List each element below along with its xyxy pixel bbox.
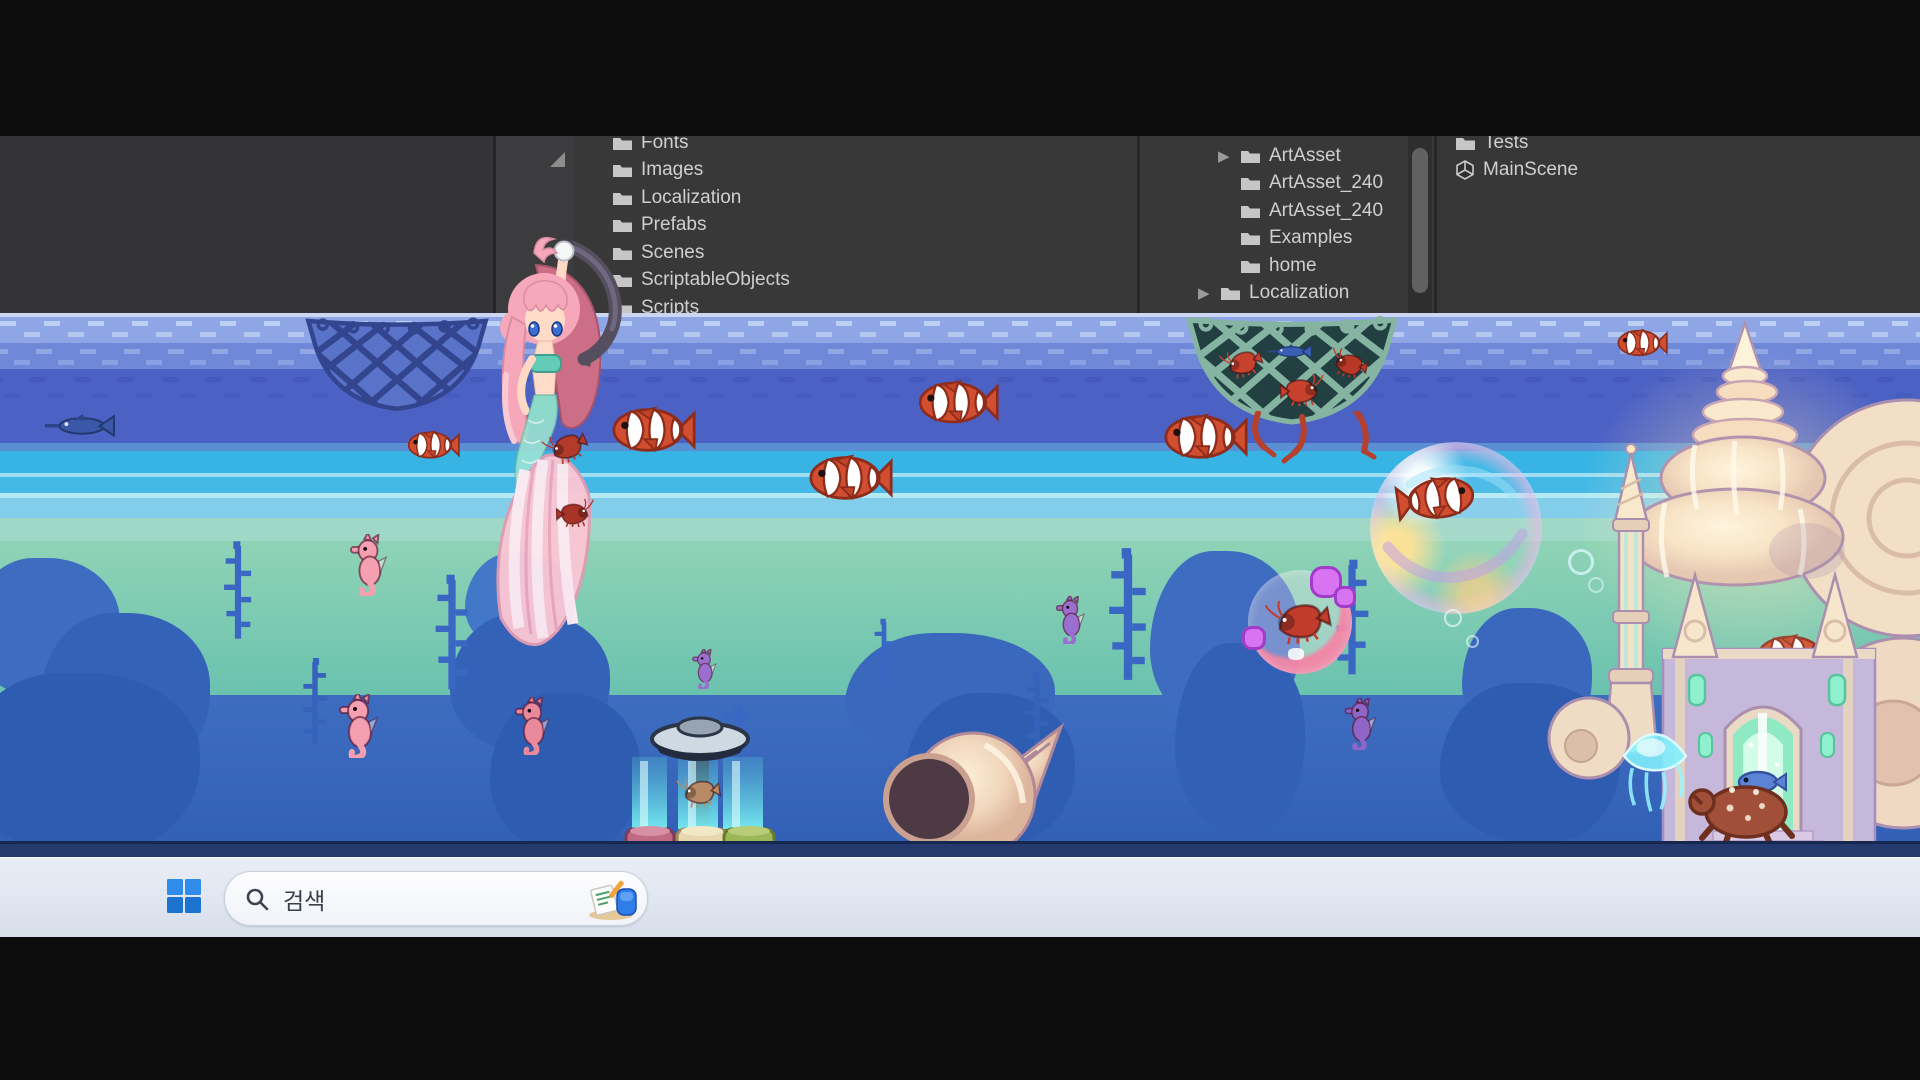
net-basket-left (303, 313, 491, 415)
folder-icon (612, 161, 633, 178)
unity-scene-icon (1455, 160, 1475, 180)
shrimp (1264, 590, 1334, 649)
tree-item-artasset-240-a[interactable]: ArtAsset_240 (1240, 169, 1383, 196)
clownfish-small (400, 426, 460, 464)
folder-icon (1220, 284, 1241, 301)
small-bubble (1466, 635, 1479, 648)
tree-item-fonts[interactable]: Fonts (612, 136, 689, 156)
assets-tree-panel: ▶ ArtAsset ArtAsset_240 ArtAsset_240 Exa… (1140, 136, 1408, 313)
seaweed (300, 653, 330, 749)
conch-shell (865, 715, 1065, 857)
seaweed (871, 613, 897, 699)
seaweed (1105, 511, 1151, 717)
tree-item-home[interactable]: home (1240, 252, 1317, 279)
tree-item-label: Images (641, 159, 703, 181)
aquarium-game-window[interactable] (0, 313, 1920, 857)
unity-editor-window[interactable]: Fonts Images Localization Prefabs Scenes… (0, 136, 1920, 313)
clownfish (907, 374, 999, 431)
tree-item-label: Localization (1249, 282, 1349, 304)
bubble-blob (1242, 626, 1266, 650)
start-button[interactable] (158, 870, 210, 922)
tree-item-label: Tests (1484, 136, 1528, 154)
expand-arrow-icon[interactable]: ▶ (1198, 284, 1212, 302)
seaweed (221, 535, 255, 645)
tree-item-tests[interactable]: Tests (1455, 136, 1528, 156)
folder-icon (1240, 174, 1261, 191)
swordfish (45, 413, 115, 437)
folder-icon (612, 189, 633, 206)
resize-corner-icon (550, 152, 565, 167)
desktop-screen: Fonts Images Localization Prefabs Scenes… (0, 0, 1920, 1080)
bing-daily-icon[interactable] (587, 877, 639, 921)
seahorse-pink (349, 534, 387, 596)
clownfish (797, 448, 893, 508)
jellyfish (1618, 712, 1692, 812)
search-icon (245, 887, 269, 911)
tree-item-label: home (1269, 255, 1317, 277)
windows-taskbar: 검색 (0, 857, 1920, 938)
seahorse-pink (514, 697, 550, 755)
tree-item-images[interactable]: Images (612, 156, 703, 183)
search-box[interactable]: 검색 (224, 871, 648, 926)
tree-item-mainscene[interactable]: MainScene (1455, 156, 1578, 183)
shrimp-bubble (1248, 570, 1352, 674)
folder-icon (1240, 229, 1261, 246)
seahorse-purple (1343, 698, 1377, 750)
letterbox-bottom (0, 937, 1920, 1080)
windows-logo-icon (167, 879, 201, 913)
bubble-blob (1334, 586, 1356, 608)
sea-floor (0, 841, 1920, 857)
tree-item-label: ArtAsset (1269, 145, 1341, 167)
small-bubble (1444, 609, 1462, 627)
small-blue-fish (1268, 343, 1312, 359)
folder-icon (1455, 136, 1476, 151)
search-placeholder: 검색 (283, 882, 325, 916)
folder-icon (1240, 147, 1261, 164)
mermaid-tail-fin (485, 448, 605, 648)
tree-item-label: Examples (1269, 227, 1352, 249)
tree-item-label: ArtAsset_240 (1269, 172, 1383, 194)
tree-item-artasset-240-b[interactable]: ArtAsset_240 (1240, 197, 1383, 224)
seahorse-purple-small (691, 649, 717, 689)
letterbox-top (0, 0, 1920, 136)
expand-arrow-icon[interactable]: ▶ (1218, 147, 1232, 165)
light-pedestal (620, 705, 785, 857)
tree-item-label: MainScene (1483, 159, 1578, 181)
tree-item-label: Localization (641, 187, 741, 209)
seahorse-pink (338, 694, 378, 758)
tree-item-localization[interactable]: Localization (612, 184, 741, 211)
folder-icon (1240, 257, 1261, 274)
shrimp-in-net (1280, 373, 1324, 406)
folder-icon (612, 136, 633, 151)
scene-items-panel: Tests MainScene (1437, 136, 1920, 313)
tree-item-artasset[interactable]: ▶ ArtAsset (1218, 142, 1341, 169)
seaweed (432, 547, 472, 717)
clownfish (1152, 407, 1248, 467)
tree-item-examples[interactable]: Examples (1240, 224, 1352, 251)
seahorse-purple (1055, 596, 1085, 644)
tree-item-label: Fonts (641, 136, 689, 154)
mermaid-overlay (470, 225, 700, 555)
folder-icon (1240, 202, 1261, 219)
scrollbar-track[interactable] (1408, 136, 1432, 313)
shrimp (556, 498, 594, 527)
tree-item-localization-assets[interactable]: ▶ Localization (1198, 279, 1349, 306)
scrollbar-thumb[interactable] (1412, 148, 1428, 293)
iridescent-bubble (1370, 442, 1542, 614)
tree-item-label: ArtAsset_240 (1269, 200, 1383, 222)
editor-empty-panel (0, 136, 493, 313)
